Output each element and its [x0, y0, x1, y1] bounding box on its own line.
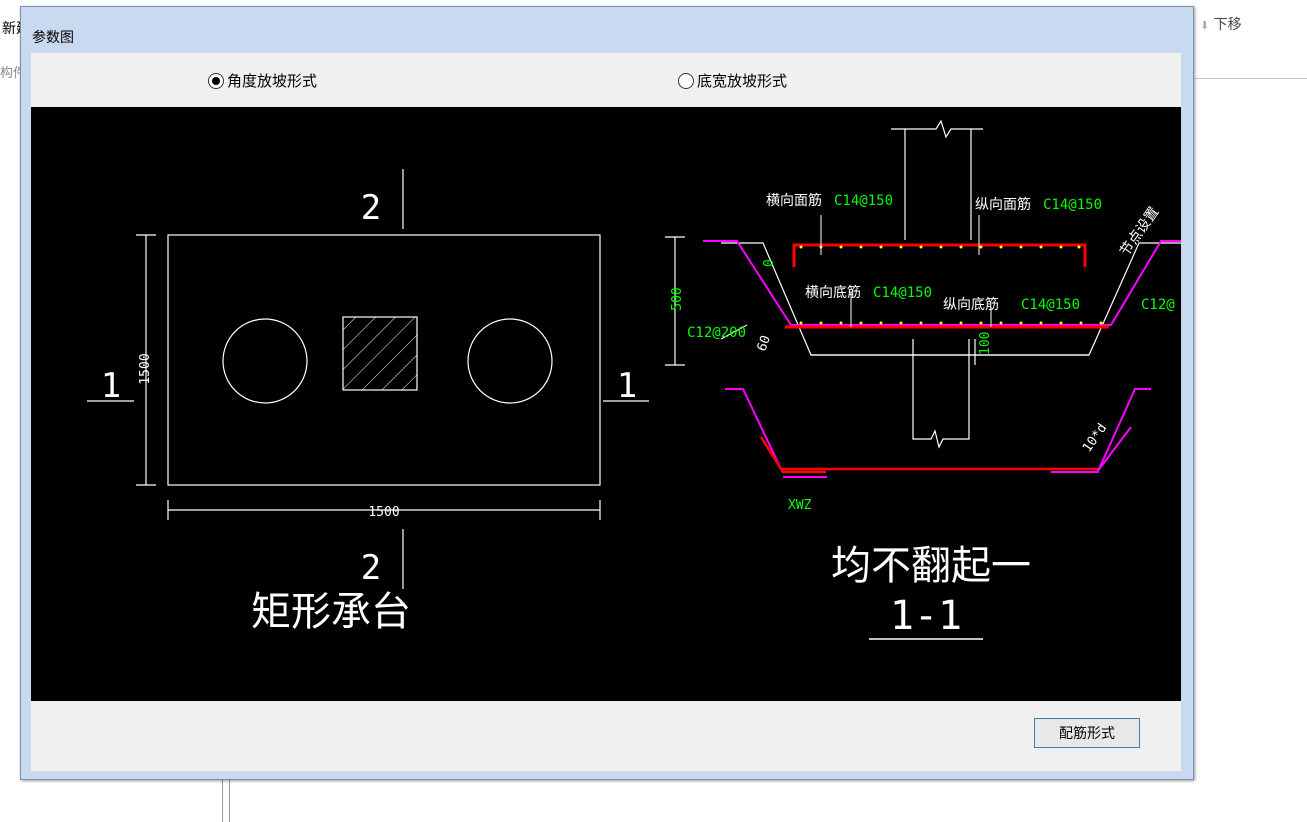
pile-left [222, 318, 308, 404]
plan-title: 矩形承台 [251, 589, 411, 635]
section-mark-top: 2 [361, 188, 381, 228]
label-top-longitudinal: 纵向面筋 [975, 196, 1031, 213]
dim-depth: 500 [670, 287, 685, 310]
dim-xwz: XWZ [788, 498, 812, 513]
dialog-title: 参数图 [32, 30, 74, 46]
radio-unchecked-icon [678, 72, 694, 89]
value-bottom-longitudinal: C14@150 [1021, 297, 1080, 313]
dim-angle: 60 [755, 334, 774, 354]
dim-anchor: 10*d [1080, 421, 1110, 455]
bent-rebar-outer [725, 388, 1151, 470]
section-note: 均不翻起一 [831, 543, 1031, 589]
arrow-down-icon: ⬇ [1200, 19, 1210, 32]
move-down-button[interactable]: ⬇ 下移 [1200, 14, 1242, 34]
move-down-label: 下移 [1213, 17, 1242, 33]
splitter[interactable] [222, 780, 230, 822]
section-title: 1-1 [890, 593, 962, 639]
section-mark-bottom: 2 [361, 548, 381, 588]
cad-drawing: 2 2 1 1 1500 1500 矩形承台 横向面筋 C14@150 纵向面筋… [87, 119, 1181, 640]
section-mark-left: 1 [101, 366, 121, 406]
parameter-dialog: 参数图 角度放坡形式 底宽放坡形式 2 2 1 1 1500 1500 矩形承台… [20, 6, 1194, 780]
side-rebar [703, 240, 1181, 326]
label-bottom-transverse: 横向底筋 [805, 284, 861, 301]
slope-mode-radio-group: 角度放坡形式 底宽放坡形式 [31, 53, 1181, 103]
plan-view [87, 169, 649, 589]
width-slope-label: 底宽放坡形式 [697, 72, 788, 90]
label-top-transverse: 横向面筋 [766, 192, 822, 209]
section-mark-right: 1 [617, 366, 637, 406]
dim-width-text: 1500 [368, 505, 399, 520]
radio-checked-icon [208, 72, 224, 89]
value-top-longitudinal: C14@150 [1043, 197, 1102, 213]
divider [1195, 78, 1307, 79]
dim-cover-top: 0 [762, 259, 777, 267]
value-side-right: C12@ [1141, 297, 1175, 313]
pile-right [467, 318, 553, 404]
value-bottom-transverse: C14@150 [873, 285, 932, 301]
angle-slope-label: 角度放坡形式 [227, 72, 318, 90]
dialog-content: 角度放坡形式 底宽放坡形式 2 2 1 1 1500 1500 矩形承台 横向面… [31, 53, 1181, 771]
label-bottom-longitudinal: 纵向底筋 [943, 296, 999, 313]
width-slope-radio[interactable]: 底宽放坡形式 [678, 70, 787, 91]
dim-bottom: 100 [978, 332, 993, 355]
parameter-drawing: 2 2 1 1 1500 1500 矩形承台 横向面筋 C14@150 纵向面筋… [31, 107, 1181, 701]
value-top-transverse: C14@150 [834, 193, 893, 209]
reinforcement-mode-button[interactable]: 配筋形式 [1034, 718, 1140, 748]
value-side-left: C12@200 [687, 325, 746, 341]
dim-height-text: 1500 [138, 353, 153, 384]
angle-slope-radio[interactable]: 角度放坡形式 [208, 70, 317, 91]
